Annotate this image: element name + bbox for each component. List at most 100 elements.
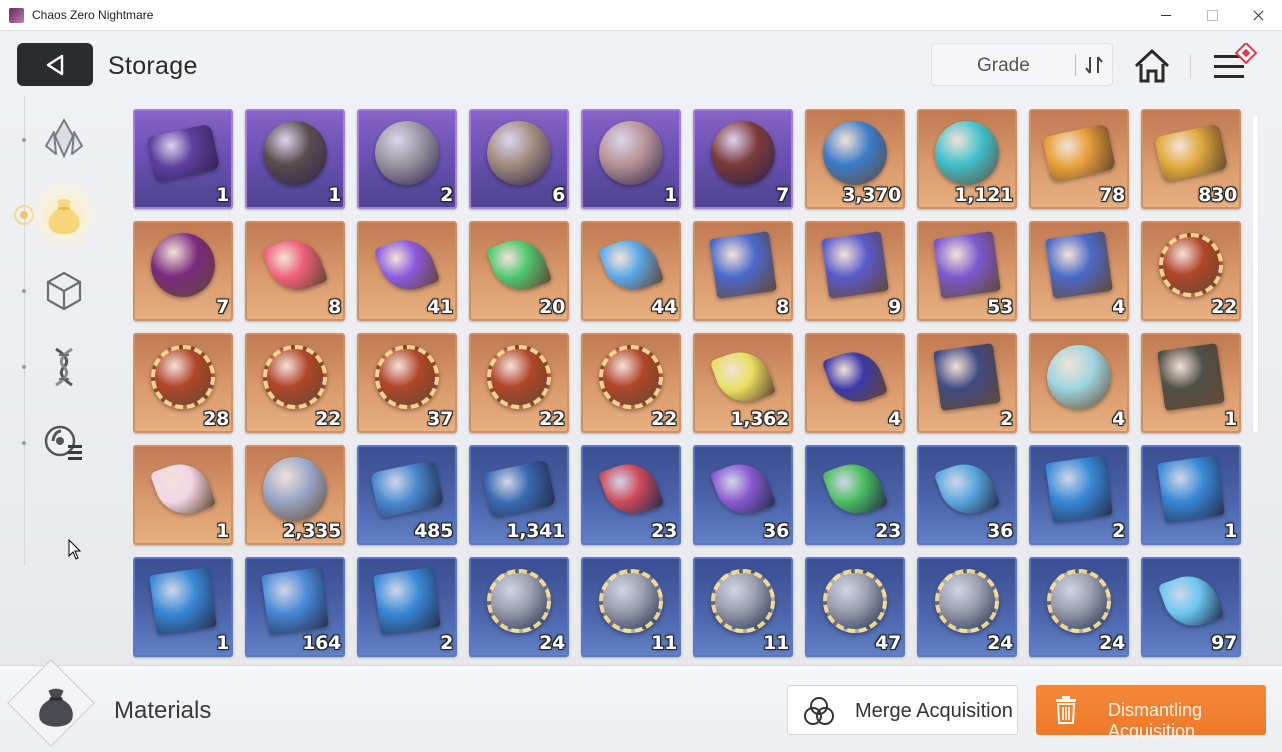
rail-dot bbox=[22, 365, 26, 369]
item-tile[interactable]: 3,370 bbox=[805, 109, 905, 209]
item-tile[interactable]: 1 bbox=[133, 109, 233, 209]
item-tile[interactable]: 53 bbox=[917, 221, 1017, 321]
back-button[interactable] bbox=[17, 43, 93, 86]
category-label: Materials bbox=[114, 697, 212, 724]
item-tile[interactable]: 7 bbox=[693, 109, 793, 209]
window-title: Chaos Zero Nightmare bbox=[32, 8, 154, 22]
tab-discs[interactable] bbox=[40, 419, 88, 467]
item-tile[interactable]: 23 bbox=[805, 445, 905, 545]
item-tile[interactable]: 22 bbox=[469, 333, 569, 433]
item-tile[interactable]: 1 bbox=[1141, 333, 1241, 433]
item-count: 7 bbox=[776, 184, 789, 206]
rail-dot bbox=[22, 138, 26, 142]
crystal-icon bbox=[45, 117, 83, 159]
item-tile[interactable]: 24 bbox=[469, 557, 569, 657]
item-tile[interactable]: 44 bbox=[581, 221, 681, 321]
item-tile[interactable]: 37 bbox=[357, 333, 457, 433]
item-tile[interactable]: 24 bbox=[917, 557, 1017, 657]
item-count: 23 bbox=[875, 520, 901, 542]
item-gem-icon bbox=[485, 231, 553, 299]
item-count: 2,335 bbox=[282, 520, 341, 542]
item-tile[interactable]: 1 bbox=[133, 557, 233, 657]
item-gem-icon bbox=[373, 231, 441, 299]
tab-crystals[interactable] bbox=[40, 114, 88, 162]
rail-dot bbox=[22, 441, 26, 445]
close-button[interactable] bbox=[1235, 0, 1281, 31]
item-tile[interactable]: 4 bbox=[805, 333, 905, 433]
scrollbar-thumb[interactable] bbox=[1253, 115, 1258, 433]
item-tile[interactable]: 41 bbox=[357, 221, 457, 321]
item-tile[interactable]: 22 bbox=[1141, 221, 1241, 321]
page-title: Storage bbox=[108, 52, 198, 80]
sort-dropdown[interactable]: Grade bbox=[931, 43, 1113, 86]
item-tile[interactable]: 36 bbox=[693, 445, 793, 545]
tab-cubes[interactable] bbox=[40, 267, 88, 315]
item-tile[interactable]: 11 bbox=[693, 557, 793, 657]
item-tile[interactable]: 11 bbox=[581, 557, 681, 657]
item-count: 830 bbox=[1198, 184, 1237, 206]
tab-materials[interactable] bbox=[26, 179, 102, 251]
cube-icon bbox=[46, 271, 82, 311]
item-tile[interactable]: 22 bbox=[581, 333, 681, 433]
item-tile[interactable]: 78 bbox=[1029, 109, 1129, 209]
dismantling-acquisition-button[interactable]: Dismantling Acquisition bbox=[1036, 685, 1266, 741]
item-tile[interactable]: 2 bbox=[357, 109, 457, 209]
item-tile[interactable]: 97 bbox=[1141, 557, 1241, 657]
item-count: 1 bbox=[664, 184, 677, 206]
item-tile[interactable]: 9 bbox=[805, 221, 905, 321]
menu-button[interactable] bbox=[1210, 41, 1266, 87]
item-count: 20 bbox=[539, 296, 565, 318]
item-count: 1 bbox=[216, 184, 229, 206]
item-count: 1,121 bbox=[954, 184, 1013, 206]
item-tile[interactable]: 8 bbox=[245, 221, 345, 321]
item-tile[interactable]: 1,341 bbox=[469, 445, 569, 545]
item-tile[interactable]: 1 bbox=[245, 109, 345, 209]
item-tile[interactable]: 485 bbox=[357, 445, 457, 545]
item-tile[interactable]: 8 bbox=[693, 221, 793, 321]
item-tile[interactable]: 2 bbox=[917, 333, 1017, 433]
item-tile[interactable]: 2 bbox=[1029, 445, 1129, 545]
sort-order-icon[interactable] bbox=[1082, 53, 1106, 77]
item-tile[interactable]: 6 bbox=[469, 109, 569, 209]
item-count: 8 bbox=[328, 296, 341, 318]
item-tile[interactable]: 1,362 bbox=[693, 333, 793, 433]
item-book-icon bbox=[821, 231, 889, 300]
item-tile[interactable]: 164 bbox=[245, 557, 345, 657]
item-tile[interactable]: 7 bbox=[133, 221, 233, 321]
item-tile[interactable]: 1 bbox=[1141, 445, 1241, 545]
item-tile[interactable]: 23 bbox=[581, 445, 681, 545]
item-badge-icon bbox=[599, 569, 663, 634]
item-badge-icon bbox=[263, 345, 327, 410]
item-tile[interactable]: 4 bbox=[1029, 221, 1129, 321]
item-count: 22 bbox=[1211, 296, 1237, 318]
item-tile[interactable]: 830 bbox=[1141, 109, 1241, 209]
tab-genes[interactable] bbox=[40, 343, 88, 391]
item-tile[interactable]: 28 bbox=[133, 333, 233, 433]
rail-dot bbox=[22, 289, 26, 293]
item-tile[interactable]: 22 bbox=[245, 333, 345, 433]
item-tile[interactable]: 20 bbox=[469, 221, 569, 321]
item-tile[interactable]: 47 bbox=[805, 557, 905, 657]
item-book-icon bbox=[933, 343, 1001, 412]
item-gem-icon bbox=[597, 231, 665, 299]
merge-acquisition-button[interactable]: Merge Acquisition bbox=[787, 685, 1018, 735]
maximize-button[interactable] bbox=[1189, 0, 1235, 31]
item-tile[interactable]: 2 bbox=[357, 557, 457, 657]
item-tile[interactable]: 1,121 bbox=[917, 109, 1017, 209]
app-icon bbox=[9, 8, 24, 23]
pouch-icon bbox=[39, 688, 73, 727]
item-tile[interactable]: 4 bbox=[1029, 333, 1129, 433]
item-tile[interactable]: 24 bbox=[1029, 557, 1129, 657]
item-tile[interactable]: 2,335 bbox=[245, 445, 345, 545]
item-tile[interactable]: 1 bbox=[133, 445, 233, 545]
item-tile[interactable]: 1 bbox=[581, 109, 681, 209]
home-button[interactable] bbox=[1132, 46, 1172, 86]
minimize-button[interactable] bbox=[1143, 0, 1189, 31]
menu-icon bbox=[1214, 41, 1258, 78]
item-count: 36 bbox=[987, 520, 1013, 542]
item-count: 24 bbox=[539, 632, 565, 654]
item-count: 11 bbox=[763, 632, 789, 654]
item-tile[interactable]: 36 bbox=[917, 445, 1017, 545]
item-count: 37 bbox=[427, 408, 453, 430]
scrollbar[interactable] bbox=[1253, 109, 1258, 665]
